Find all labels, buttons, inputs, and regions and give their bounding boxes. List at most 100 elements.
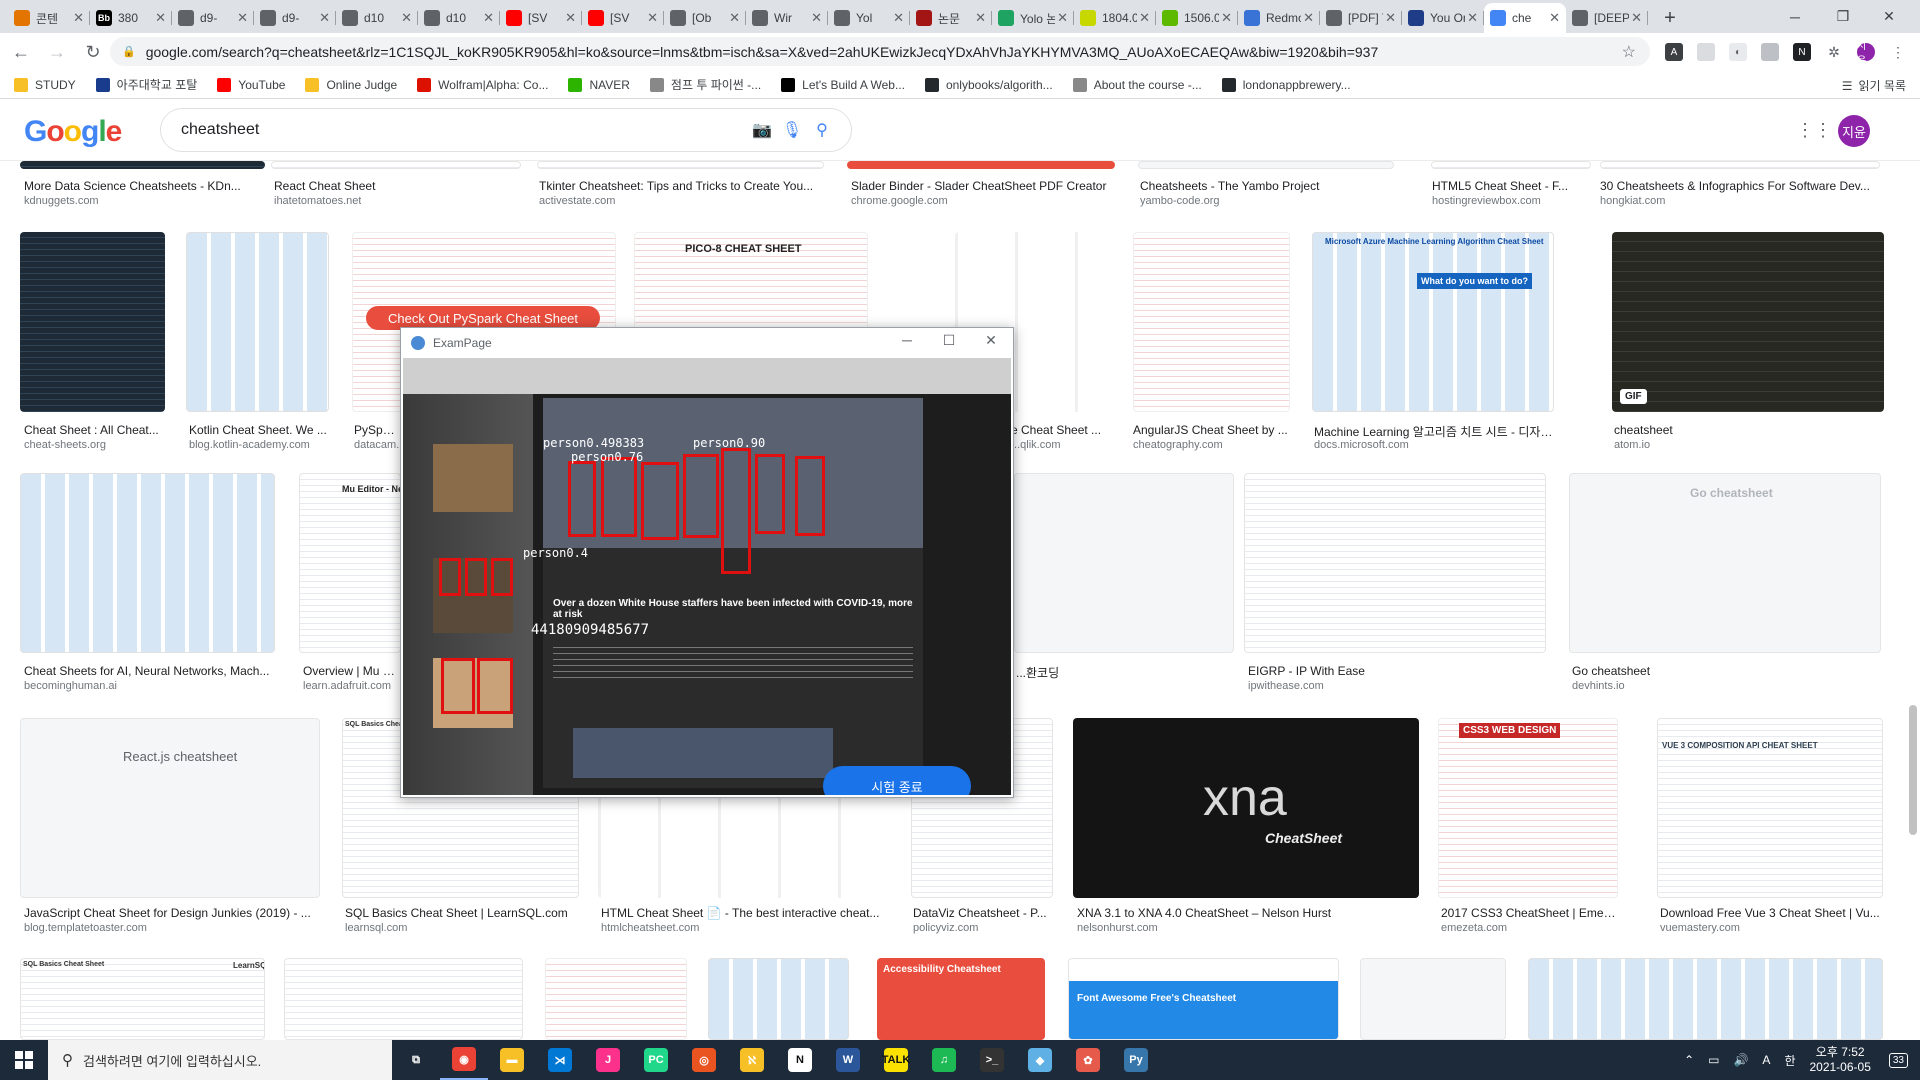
browser-tab[interactable]: [DEEP L✕ bbox=[1566, 3, 1648, 33]
tab-close-icon[interactable]: ✕ bbox=[647, 10, 658, 26]
result-thumbnail[interactable] bbox=[1600, 161, 1880, 169]
taskbar-app-python[interactable]: Py bbox=[1112, 1040, 1160, 1080]
bookmark-star-icon[interactable]: ☆ bbox=[1622, 42, 1636, 62]
taskbar-app-sticky-notes[interactable]: ℵ bbox=[728, 1040, 776, 1080]
browser-tab[interactable]: You On✕ bbox=[1402, 3, 1484, 33]
bookmark-item[interactable]: Online Judge bbox=[305, 77, 397, 92]
result-title[interactable]: Download Free Vue 3 Cheat Sheet | Vu... bbox=[1660, 906, 1885, 920]
search-box[interactable]: cheatsheet 📷 🎙 ⚲ bbox=[160, 108, 852, 152]
page-scrollbar[interactable] bbox=[1909, 705, 1917, 835]
search-input[interactable]: cheatsheet bbox=[181, 121, 747, 139]
result-title[interactable]: More Data Science Cheatsheets - KDn... bbox=[24, 179, 244, 193]
taskbar-app-pycharm[interactable]: PC bbox=[632, 1040, 680, 1080]
forward-button[interactable]: → bbox=[42, 37, 72, 67]
tab-close-icon[interactable]: ✕ bbox=[155, 10, 166, 26]
result-thumbnail[interactable]: Mu Editor - New bbox=[299, 473, 401, 653]
result-title[interactable]: Tkinter Cheatsheet: Tips and Tricks to C… bbox=[539, 179, 823, 193]
result-title[interactable]: Machine Learning 알고리즘 치트 시트 - 디자이... bbox=[1314, 423, 1559, 440]
result-title[interactable]: 2017 CSS3 CheatSheet | Emezet... bbox=[1441, 906, 1621, 920]
network-icon[interactable]: ▭ bbox=[1708, 1053, 1719, 1067]
taskbar-app-notion[interactable]: N bbox=[776, 1040, 824, 1080]
taskbar-app-sketch[interactable]: ◆ bbox=[1016, 1040, 1064, 1080]
bookmark-item[interactable]: STUDY bbox=[14, 77, 76, 92]
result-title[interactable]: DataViz Cheatsheet - P... bbox=[913, 906, 1053, 920]
result-thumbnail[interactable]: React.js cheatsheet bbox=[20, 718, 320, 898]
result-title[interactable]: HTML Cheat Sheet 📄 - The best interactiv… bbox=[601, 906, 886, 920]
tab-close-icon[interactable]: ✕ bbox=[73, 10, 84, 26]
result-thumbnail[interactable] bbox=[1431, 161, 1591, 169]
bookmark-item[interactable]: Wolfram|Alpha: Co... bbox=[417, 77, 548, 92]
result-title[interactable]: cheatsheet bbox=[1614, 423, 1814, 437]
bookmark-item[interactable]: 점프 투 파이썬 -... bbox=[649, 76, 761, 93]
search-icon[interactable]: ⚲ bbox=[807, 120, 837, 140]
browser-tab[interactable]: [Ob ✕ bbox=[664, 3, 746, 33]
result-title[interactable]: Cheat Sheets for AI, Neural Networks, Ma… bbox=[24, 664, 274, 678]
browser-tab[interactable]: [SV ✕ bbox=[582, 3, 664, 33]
back-button[interactable]: ← bbox=[6, 37, 36, 67]
result-thumbnail[interactable] bbox=[537, 161, 824, 169]
bookmark-item[interactable]: About the course -... bbox=[1072, 77, 1202, 92]
voice-search-icon[interactable]: 🎙 bbox=[777, 120, 807, 140]
tab-close-icon[interactable]: ✕ bbox=[319, 10, 330, 26]
browser-tab[interactable]: d9- ✕ bbox=[172, 3, 254, 33]
close-icon[interactable]: ✕ bbox=[971, 332, 1011, 349]
volume-icon[interactable]: 🔊 bbox=[1733, 1053, 1748, 1067]
taskbar-app-word[interactable]: W bbox=[824, 1040, 872, 1080]
result-thumbnail[interactable] bbox=[1528, 958, 1883, 1040]
browser-tab[interactable]: Yolo 논 ✕ bbox=[992, 3, 1074, 33]
result-thumbnail[interactable]: VUE 3 COMPOSITION API CHEAT SHEET bbox=[1657, 718, 1883, 898]
result-thumbnail[interactable]: Font Awesome Free's Cheatsheet bbox=[1068, 958, 1339, 1040]
browser-tab[interactable]: 1804.02✕ bbox=[1074, 3, 1156, 33]
result-title[interactable]: ...환코딩 bbox=[1016, 664, 1076, 681]
google-logo[interactable]: Google bbox=[24, 114, 124, 156]
ime-mode[interactable]: A bbox=[1762, 1053, 1770, 1067]
maximize-icon[interactable]: ☐ bbox=[929, 332, 969, 349]
taskbar-app-task-view[interactable]: ⧉ bbox=[392, 1040, 440, 1080]
account-avatar[interactable]: 지윤 bbox=[1838, 115, 1870, 147]
browser-tab[interactable]: Redmo ✕ bbox=[1238, 3, 1320, 33]
result-title[interactable]: 30 Cheatsheets & Infographics For Softwa… bbox=[1600, 179, 1880, 193]
taskbar-app-chrome[interactable]: ◉ bbox=[440, 1040, 488, 1080]
clock[interactable]: 오후 7:52 2021-06-05 bbox=[1809, 1045, 1870, 1075]
end-exam-button[interactable]: 시험 종료 bbox=[823, 766, 971, 795]
chevron-up-icon[interactable]: ⌃ bbox=[1684, 1053, 1694, 1067]
result-thumbnail[interactable] bbox=[1014, 473, 1234, 653]
result-thumbnail[interactable]: xna CheatSheet bbox=[1073, 718, 1419, 898]
result-thumbnail[interactable] bbox=[186, 232, 329, 412]
taskbar-app-vscode[interactable]: ⋊ bbox=[536, 1040, 584, 1080]
reading-list[interactable]: ☰ 읽기 목록 bbox=[1842, 77, 1906, 94]
result-title[interactable]: Cheatsheets - The Yambo Project bbox=[1140, 179, 1390, 193]
result-title[interactable]: Kotlin Cheat Sheet. We ... bbox=[189, 423, 334, 437]
bookmark-item[interactable]: onlybooks/algorith... bbox=[924, 77, 1053, 92]
taskbar-app-jetbrains[interactable]: J bbox=[584, 1040, 632, 1080]
tab-close-icon[interactable]: ✕ bbox=[975, 10, 986, 26]
tab-close-icon[interactable]: ✕ bbox=[565, 10, 576, 26]
bookmark-item[interactable]: Let's Build A Web... bbox=[781, 77, 905, 92]
new-tab-button[interactable]: + bbox=[1654, 3, 1686, 33]
result-title[interactable]: JavaScript Cheat Sheet for Design Junkie… bbox=[24, 906, 324, 920]
taskbar-app-kakaotalk[interactable]: TALK bbox=[872, 1040, 920, 1080]
minimize-window-button[interactable]: ─ bbox=[1772, 0, 1818, 33]
close-window-button[interactable]: ✕ bbox=[1866, 0, 1912, 33]
tab-close-icon[interactable]: ✕ bbox=[1549, 10, 1560, 26]
result-thumbnail[interactable]: Go cheatsheet bbox=[1569, 473, 1881, 653]
result-thumbnail[interactable] bbox=[284, 958, 523, 1040]
start-button[interactable] bbox=[0, 1040, 48, 1080]
browser-tab[interactable]: [PDF] Y✕ bbox=[1320, 3, 1402, 33]
result-title[interactable]: XNA 3.1 to XNA 4.0 CheatSheet – Nelson H… bbox=[1077, 906, 1419, 920]
browser-tab[interactable]: [SV ✕ bbox=[500, 3, 582, 33]
restore-window-button[interactable]: ❐ bbox=[1820, 0, 1866, 33]
result-thumbnail[interactable] bbox=[271, 161, 521, 169]
tab-close-icon[interactable]: ✕ bbox=[1385, 10, 1396, 26]
tab-close-icon[interactable]: ✕ bbox=[1057, 10, 1068, 26]
result-thumbnail[interactable] bbox=[20, 232, 165, 412]
result-thumbnail[interactable] bbox=[20, 161, 265, 169]
result-title[interactable]: Go cheatsheet bbox=[1572, 664, 1812, 678]
result-thumbnail[interactable] bbox=[847, 161, 1115, 169]
address-bar[interactable]: 🔒 google.com/search?q=cheatsheet&rlz=1C1… bbox=[110, 37, 1650, 66]
bookmark-item[interactable]: NAVER bbox=[568, 77, 630, 92]
result-thumbnail[interactable] bbox=[1360, 958, 1506, 1040]
browser-tab[interactable]: 논문 ✕ bbox=[910, 3, 992, 33]
reload-button[interactable]: ↻ bbox=[78, 37, 108, 67]
taskbar-app-paint[interactable]: ✿ bbox=[1064, 1040, 1112, 1080]
